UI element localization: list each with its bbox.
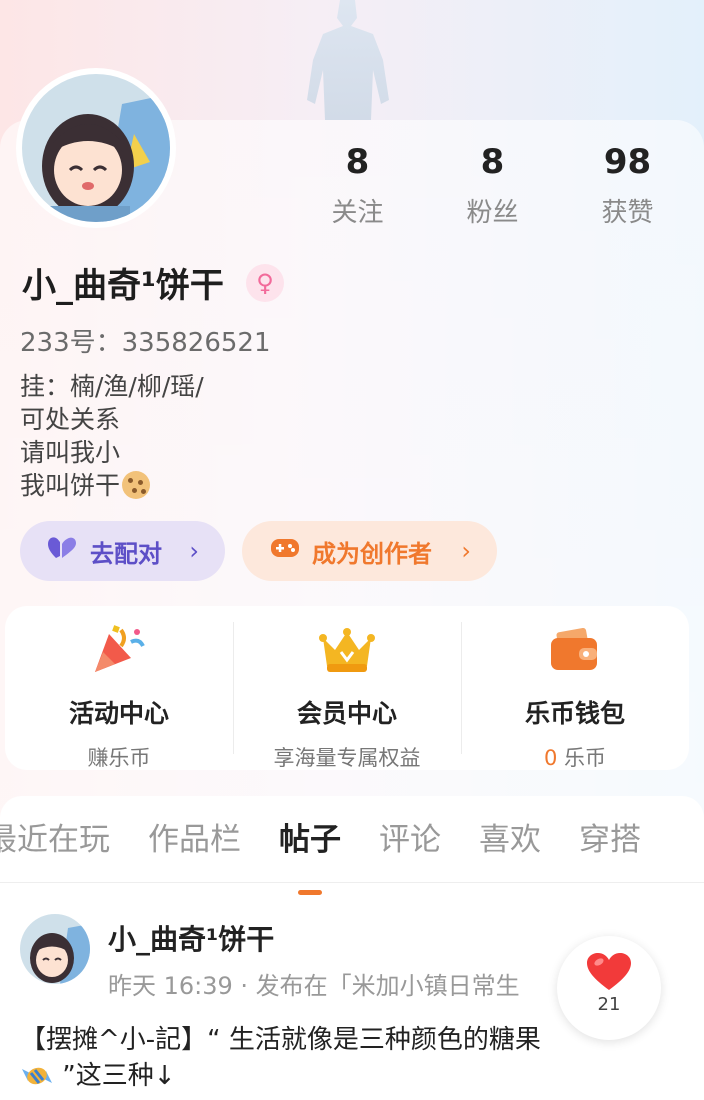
tab-recently-played[interactable]: 最近在玩 <box>0 814 110 859</box>
stats-row: 8 关注 8 粉丝 98 获赞 <box>290 140 695 229</box>
followers-label: 粉丝 <box>466 198 519 228</box>
username: 小_曲奇¹饼干 <box>22 266 224 306</box>
gamepad-icon <box>270 536 300 566</box>
following-count: 8 <box>345 142 370 182</box>
crown-icon <box>233 622 461 678</box>
stat-likes[interactable]: 98 获赞 <box>560 140 695 229</box>
tab-outfits[interactable]: 穿搭 <box>579 814 641 859</box>
services-panel: 活动中心 赚乐币 会员中心 享海量专属权益 乐币钱包 0 乐币 <box>5 606 689 770</box>
become-creator-button[interactable]: 成为创作者 › <box>242 521 497 581</box>
stat-following[interactable]: 8 关注 <box>290 140 425 229</box>
tab-divider <box>0 882 704 883</box>
chevron-right-icon: › <box>189 537 199 565</box>
post-text-line: ”这三种↓ <box>20 1058 660 1094</box>
post-meta: 昨天 16:39 · 发布在「米加小镇日常生 <box>108 972 520 1000</box>
stat-followers[interactable]: 8 粉丝 <box>425 140 560 229</box>
bio: 挂：楠/渔/柳/瑶/ 可处关系 请叫我小 我叫饼干 <box>20 370 204 502</box>
coin-balance: 0 <box>543 746 558 770</box>
wallet-icon <box>461 622 689 678</box>
post-text-line-end: ”这三种↓ <box>54 1061 176 1091</box>
user-id[interactable]: 233号：335826521 <box>20 322 271 359</box>
heart-pair-icon <box>48 536 78 566</box>
post-text[interactable]: 【摆摊^小-記】“ 生活就像是三种颜色的糖果 ”这三种↓ <box>20 1022 660 1094</box>
match-button[interactable]: 去配对 › <box>20 521 225 581</box>
become-creator-label: 成为创作者 <box>312 539 432 568</box>
bio-line: 可处关系 <box>20 405 121 434</box>
activity-center-title: 活动中心 <box>68 699 169 728</box>
post-author-avatar[interactable] <box>20 914 90 984</box>
followers-count: 8 <box>480 142 505 182</box>
vip-center[interactable]: 会员中心 享海量专属权益 <box>233 606 461 770</box>
chevron-right-icon: › <box>461 537 471 565</box>
likes-received-count: 98 <box>603 142 652 182</box>
heart-icon <box>557 952 661 996</box>
tab-bar: 最近在玩 作品栏 帖子 评论 喜欢 穿搭 <box>0 814 679 895</box>
post-text-line: 【摆摊^小-記】“ 生活就像是三种颜色的糖果 <box>20 1025 541 1055</box>
coin-wallet-title: 乐币钱包 <box>524 699 625 728</box>
profile-avatar[interactable] <box>16 68 176 228</box>
bio-line: 我叫饼干 <box>20 469 204 502</box>
tab-comments[interactable]: 评论 <box>379 814 441 859</box>
like-count: 21 <box>597 994 621 1015</box>
character-silhouette <box>307 0 389 120</box>
following-label: 关注 <box>331 198 384 228</box>
bio-line: 挂：楠/渔/柳/瑶/ <box>20 372 204 401</box>
activity-center[interactable]: 活动中心 赚乐币 <box>5 606 233 770</box>
coin-unit: 乐币 <box>557 746 607 770</box>
tab-posts[interactable]: 帖子 <box>279 814 341 895</box>
activity-center-subtitle: 赚乐币 <box>87 746 151 770</box>
like-button[interactable]: 21 <box>557 936 661 1040</box>
match-label: 去配对 <box>90 539 162 568</box>
candy-emoji-icon <box>20 1061 54 1091</box>
post-author-name[interactable]: 小_曲奇¹饼干 <box>108 918 274 958</box>
bio-line-text: 我叫饼干 <box>20 471 121 500</box>
vip-center-title: 会员中心 <box>296 699 397 728</box>
vip-center-subtitle: 享海量专属权益 <box>273 746 421 770</box>
coin-wallet[interactable]: 乐币钱包 0 乐币 <box>461 606 689 770</box>
likes-received-label: 获赞 <box>601 198 654 228</box>
coin-wallet-subtitle: 0 乐币 <box>461 742 689 772</box>
female-gender-icon: ♀ <box>246 264 284 302</box>
bio-line: 请叫我小 <box>20 438 121 467</box>
party-popper-icon <box>5 622 233 678</box>
tab-works[interactable]: 作品栏 <box>148 814 241 859</box>
tab-likes[interactable]: 喜欢 <box>479 814 541 859</box>
cookie-emoji-icon <box>122 471 151 499</box>
